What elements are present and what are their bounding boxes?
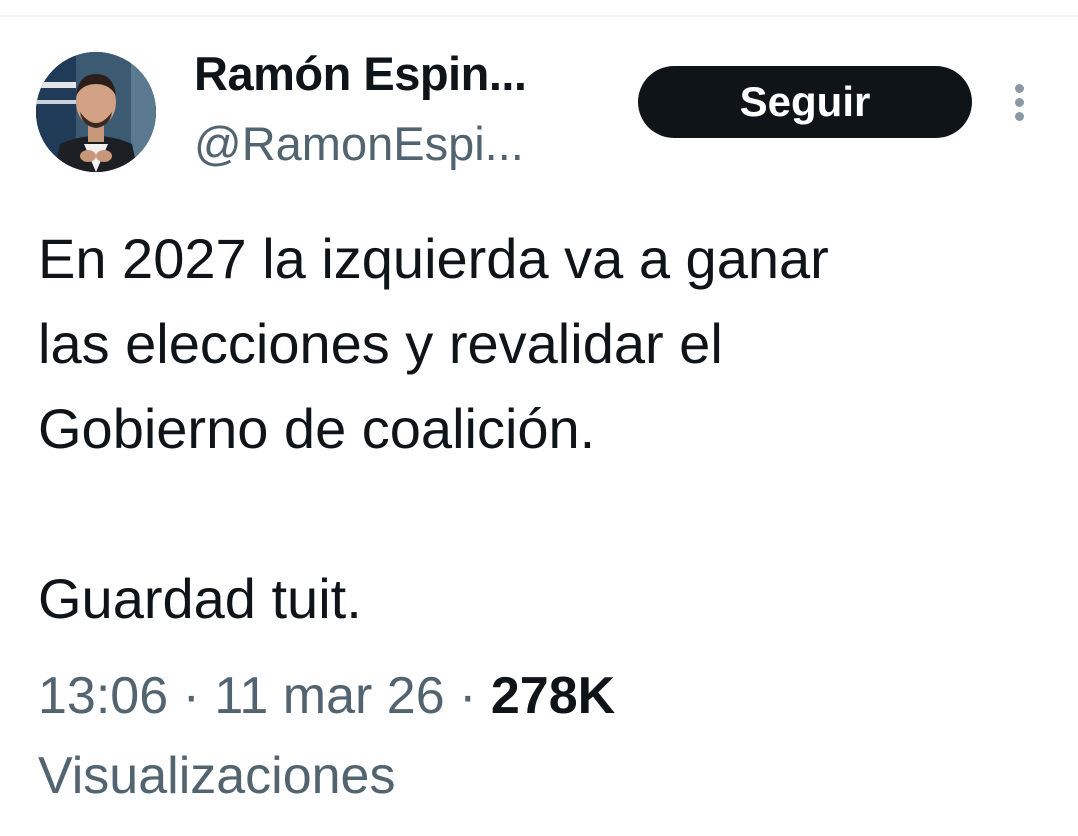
views-count: 278K	[490, 667, 616, 725]
tweet-date[interactable]: 11 mar 26	[214, 667, 444, 725]
tweet-metadata: 13:06 · 11 mar 26 · 278K Visualizaciones	[38, 656, 1038, 816]
author-name[interactable]: Ramón Espin...	[194, 44, 527, 104]
more-dot	[1015, 98, 1024, 107]
avatar[interactable]	[36, 52, 156, 172]
avatar-image	[36, 52, 156, 172]
follow-button[interactable]: Seguir	[638, 66, 972, 138]
more-dot	[1015, 84, 1024, 93]
tweet-time[interactable]: 13:06	[38, 667, 168, 725]
more-dot	[1015, 112, 1024, 121]
meta-separator: ·	[168, 667, 215, 725]
tweet-text: En 2027 la izquierda va a ganar las elec…	[38, 227, 829, 630]
views-label: Visualizaciones	[38, 747, 396, 805]
meta-separator: ·	[444, 667, 491, 725]
more-options-icon[interactable]	[1004, 78, 1036, 126]
author-handle[interactable]: @RamonEspi...	[194, 114, 524, 174]
top-divider	[0, 15, 1078, 17]
